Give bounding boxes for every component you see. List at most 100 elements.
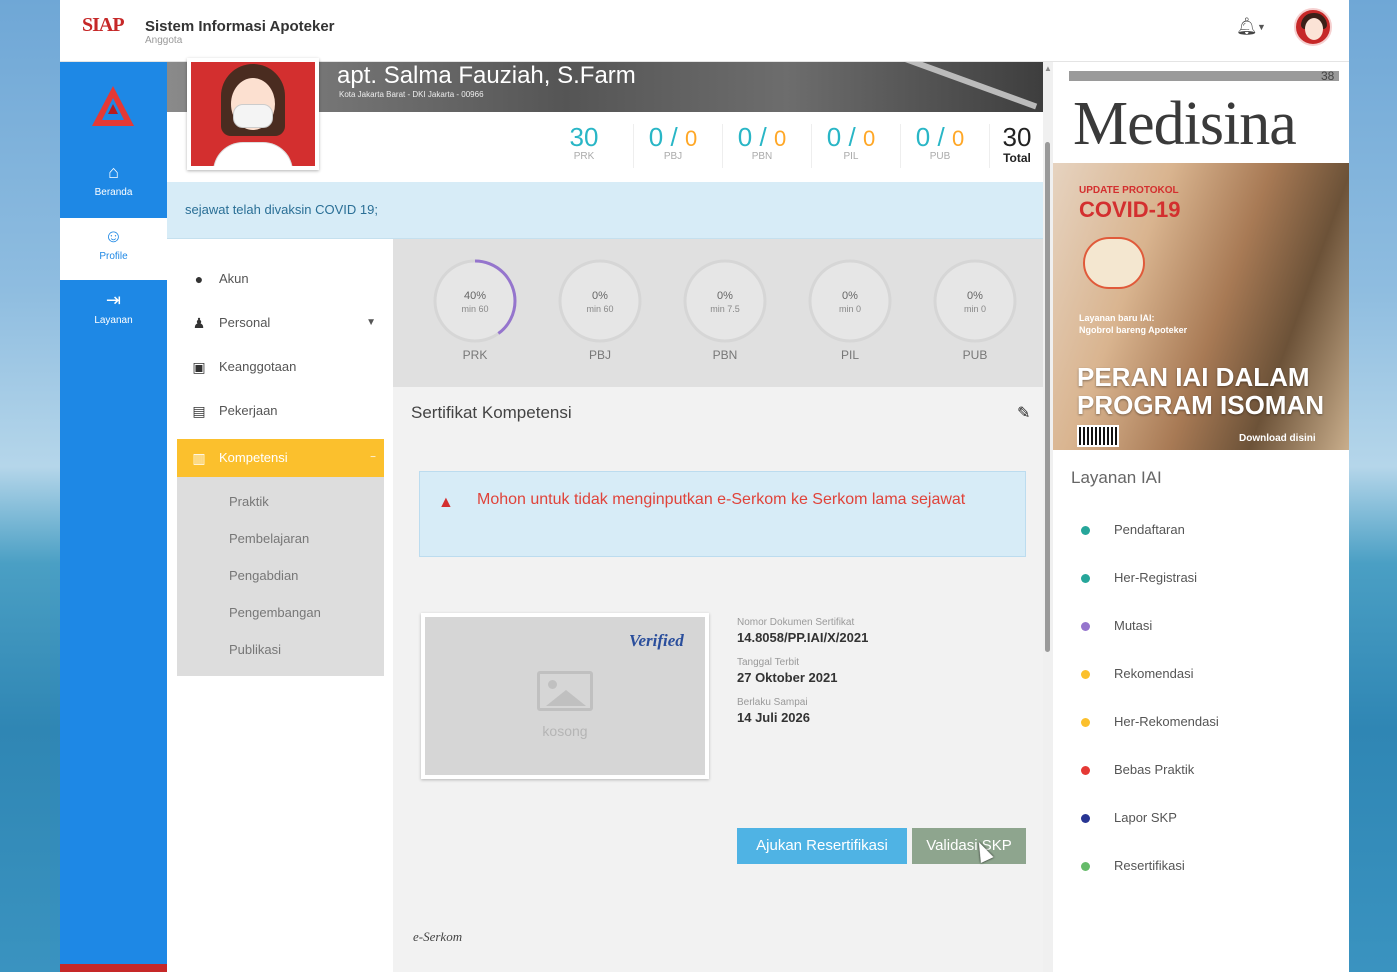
layanan-label: Resertifikasi bbox=[1114, 858, 1185, 873]
warning-icon: ▲ bbox=[438, 494, 454, 511]
menu-item-pekerjaan[interactable]: ▤ Pekerjaan bbox=[177, 389, 384, 433]
nav-item-profile[interactable]: ☺ Profile bbox=[60, 218, 167, 280]
magazine-title: Medisina bbox=[1073, 90, 1297, 158]
bell-icon[interactable]: 🔔︎ bbox=[1236, 17, 1258, 37]
sidebar-nav: ⌂ Beranda ☺ Profile ⇥ Layanan bbox=[60, 62, 167, 972]
field-label: Berlaku Sampai bbox=[737, 697, 808, 708]
stat-sub-value: 0 bbox=[951, 126, 965, 151]
eserkom-label: e-Serkom bbox=[413, 929, 463, 944]
menu-item-personal[interactable]: ♟ Personal ▼ bbox=[177, 301, 384, 345]
layanan-label: Pendaftaran bbox=[1114, 522, 1185, 537]
desktop-background-left bbox=[0, 0, 60, 972]
progress-min: min 60 bbox=[586, 304, 614, 314]
menu-item-akun[interactable]: ● Akun bbox=[177, 257, 384, 301]
menu-label: Keanggotaan bbox=[219, 359, 297, 374]
kompetensi-submenu: Praktik Pembelajaran Pengabdian Pengemba… bbox=[177, 477, 384, 676]
id-card-icon: ▣ bbox=[192, 359, 206, 375]
scrollbar-thumb[interactable] bbox=[1045, 142, 1050, 652]
submenu-item-praktik[interactable]: Praktik bbox=[177, 483, 384, 520]
stat-pbn: 0 / 0 PBN bbox=[722, 122, 802, 162]
top-bar: SIAP Sistem Informasi Apoteker Anggota 🔔… bbox=[60, 0, 1349, 62]
medisina-magazine-cover[interactable]: 38 Medisina UPDATE PROTOKOL COVID-19 Lay… bbox=[1053, 67, 1349, 450]
progress-percent: 0% bbox=[967, 290, 983, 302]
certificate-image[interactable]: Verified kosong bbox=[421, 613, 709, 779]
app-window: SIAP Sistem Informasi Apoteker Anggota 🔔… bbox=[60, 0, 1349, 972]
app-logo[interactable]: SIAP bbox=[82, 14, 125, 37]
image-placeholder-text: kosong bbox=[542, 723, 588, 739]
main-content: apt. Salma Fauziah, S.Farm Kota Jakarta … bbox=[167, 58, 1053, 972]
sign-in-icon: ⇥ bbox=[105, 290, 122, 310]
expiry-date: 14 Juli 2026 bbox=[737, 710, 810, 725]
layanan-title: Layanan IAI bbox=[1071, 468, 1162, 487]
nav-item-layanan[interactable]: ⇥ Layanan bbox=[60, 282, 167, 344]
desktop-background-right bbox=[1349, 0, 1397, 972]
stat-label: PBN bbox=[751, 151, 773, 162]
magazine-download-link[interactable]: Download disini bbox=[1239, 433, 1316, 444]
stat-value: 0 / bbox=[826, 122, 863, 152]
warning-alert: ▲ Mohon untuk tidak menginputkan e-Serko… bbox=[419, 471, 1026, 557]
chevron-down-icon[interactable]: ▼ bbox=[1257, 22, 1266, 32]
ajukan-resertifikasi-button[interactable]: Ajukan Resertifikasi bbox=[737, 828, 907, 864]
layanan-label: Bebas Praktik bbox=[1114, 762, 1195, 777]
progress-label: PIL bbox=[840, 348, 859, 362]
stat-label: PRK bbox=[573, 151, 595, 162]
magazine-covid-text: COVID-19 bbox=[1079, 197, 1181, 222]
menu-label: Personal bbox=[219, 315, 271, 330]
bullet-dot-icon bbox=[1081, 862, 1090, 871]
stat-label: PUB bbox=[929, 151, 951, 162]
magazine-headline-line: PERAN IAI DALAM bbox=[1077, 362, 1310, 392]
magazine-headline: PERAN IAI DALAM PROGRAM ISOMAN bbox=[1077, 363, 1324, 419]
stat-pbj: 0 / 0 PBJ bbox=[633, 122, 713, 162]
progress-circle-pub: 0% min 0 bbox=[932, 258, 1018, 344]
stat-value: 0 / bbox=[648, 122, 685, 152]
barcode-icon bbox=[1077, 425, 1119, 447]
layanan-label: Rekomendasi bbox=[1114, 666, 1194, 681]
scrollbar[interactable]: ▲ bbox=[1043, 62, 1053, 972]
section-title: Sertifikat Kompetensi bbox=[411, 403, 572, 422]
menu-label: Pekerjaan bbox=[219, 403, 278, 418]
nav-item-beranda[interactable]: ⌂ Beranda bbox=[60, 154, 167, 216]
layanan-label: Her-Registrasi bbox=[1114, 570, 1198, 585]
profile-address: Kota Jakarta Barat - DKI Jakarta - 00966 bbox=[339, 90, 484, 99]
stat-value: 30 bbox=[569, 122, 599, 152]
magazine-headline-line: PROGRAM ISOMAN bbox=[1077, 390, 1324, 420]
progress-min: min 0 bbox=[838, 304, 861, 314]
alert-text: Mohon untuk tidak menginputkan e-Serkom … bbox=[477, 491, 966, 508]
ngobrol-badge-icon bbox=[1083, 237, 1145, 289]
submenu-item-pengembangan[interactable]: Pengembangan bbox=[177, 594, 384, 631]
progress-min: min 0 bbox=[963, 304, 986, 314]
bullet-dot-icon bbox=[1081, 670, 1090, 679]
avatar[interactable] bbox=[1294, 8, 1332, 46]
submenu-item-pembelajaran[interactable]: Pembelajaran bbox=[177, 520, 384, 557]
stat-pub: 0 / 0 PUB bbox=[900, 122, 980, 162]
progress-label: PUB bbox=[962, 348, 988, 362]
validasi-skp-button[interactable]: Validasi SKP bbox=[912, 828, 1026, 864]
submenu-item-publikasi[interactable]: Publikasi bbox=[177, 631, 384, 668]
pencil-icon[interactable]: ✎ bbox=[1017, 403, 1030, 423]
menu-label: Kompetensi bbox=[219, 450, 288, 465]
progress-percent: 0% bbox=[592, 290, 608, 302]
magazine-layanan-text-2: Ngobrol bareng Apoteker bbox=[1079, 325, 1188, 335]
certificate-info: Nomor Dokumen Sertifikat 14.8058/PP.IAI/… bbox=[737, 617, 1037, 737]
magazine-update-text: UPDATE PROTOKOL bbox=[1079, 185, 1179, 196]
stat-value: 0 / bbox=[737, 122, 774, 152]
submenu-item-pengabdian[interactable]: Pengabdian bbox=[177, 557, 384, 594]
menu-item-kompetensi[interactable]: ▥ Kompetensi − bbox=[177, 439, 384, 477]
clipboard-icon: ▤ bbox=[192, 403, 206, 419]
scroll-up-icon[interactable]: ▲ bbox=[1044, 64, 1052, 73]
stat-sub-value: 0 bbox=[684, 126, 698, 151]
bullet-dot-icon bbox=[1081, 622, 1090, 631]
magazine-layanan-text: Layanan baru IAI: bbox=[1079, 313, 1155, 323]
menu-item-keanggotaan[interactable]: ▣ Keanggotaan bbox=[177, 345, 384, 389]
app-title: Sistem Informasi Apoteker bbox=[145, 18, 335, 35]
progress-circle-pil: 0% min 0 bbox=[807, 258, 893, 344]
layanan-label: Her-Rekomendasi bbox=[1114, 714, 1219, 729]
stat-value: 0 / bbox=[915, 122, 952, 152]
profile-photo bbox=[187, 58, 319, 170]
stat-sub-value: 0 bbox=[862, 126, 876, 151]
issue-date: 27 Oktober 2021 bbox=[737, 670, 838, 685]
home-icon: ⌂ bbox=[108, 162, 119, 182]
progress-percent: 0% bbox=[842, 290, 858, 302]
progress-label: PRK bbox=[462, 348, 488, 362]
nav-bottom-bar bbox=[60, 964, 167, 972]
